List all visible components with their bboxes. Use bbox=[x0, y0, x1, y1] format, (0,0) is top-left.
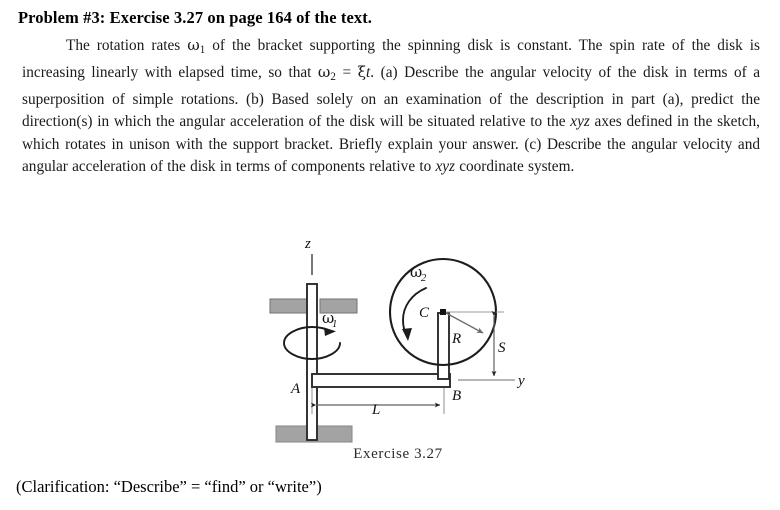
radius-label: R bbox=[451, 331, 461, 347]
s-dimension-label: S bbox=[498, 340, 506, 356]
vertical-riser-arm bbox=[437, 312, 450, 380]
horizontal-bracket-arm bbox=[311, 373, 451, 388]
y-axis-group: y bbox=[458, 373, 525, 389]
page-title: Problem #3: Exercise 3.27 on page 164 of… bbox=[18, 8, 373, 27]
point-c-label: C bbox=[419, 305, 430, 321]
l-dimension-label: L bbox=[371, 402, 380, 418]
omega2-subscript: 2 bbox=[421, 273, 427, 284]
omega2-arrowhead bbox=[402, 328, 412, 341]
bearing-block-left bbox=[269, 298, 308, 314]
omega1-subscript: 1 bbox=[332, 319, 337, 330]
figure-caption: Exercise 3.27 bbox=[353, 446, 443, 462]
disk-center-marker bbox=[440, 309, 446, 315]
vertical-shaft bbox=[306, 283, 318, 441]
z-axis-label: z bbox=[304, 236, 311, 252]
clarification-note: (Clarification: “Describe” = “find” or “… bbox=[16, 477, 322, 496]
z-axis-group: z bbox=[304, 236, 313, 275]
radius-arrow bbox=[445, 312, 484, 334]
point-b-label: B bbox=[452, 388, 461, 404]
problem-statement-paragraph: The rotation rates ω1 of the bracket sup… bbox=[22, 36, 761, 176]
point-a-label: A bbox=[290, 381, 301, 397]
figure-caption-row: Exercise 3.27 bbox=[0, 446, 780, 463]
document-page: Problem #3: Exercise 3.27 on page 164 of… bbox=[0, 0, 780, 510]
l-dimension-group: L bbox=[310, 388, 445, 418]
exercise-figure: z ω 1 ω 2 C R S y A B L bbox=[262, 228, 532, 480]
y-axis-label: y bbox=[516, 373, 525, 389]
